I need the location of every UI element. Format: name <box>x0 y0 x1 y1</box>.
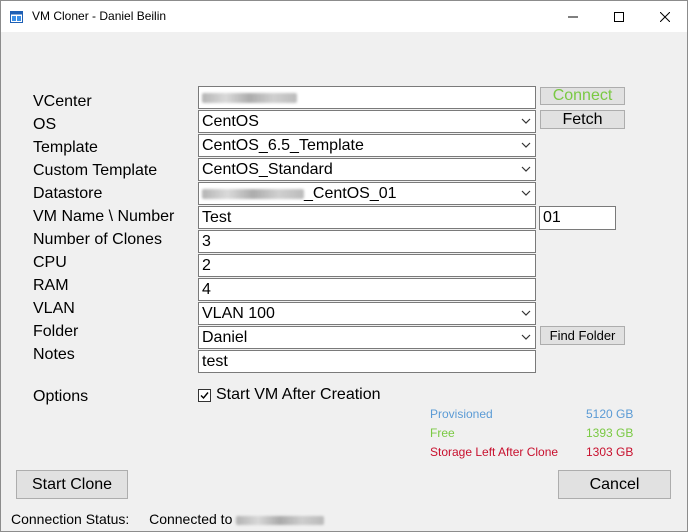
start-vm-checkbox[interactable] <box>198 388 211 402</box>
datastore-combobox[interactable]: _CentOS_01 <box>198 182 536 205</box>
chevron-down-icon <box>521 166 531 172</box>
custom-template-combobox[interactable]: CentOS_Standard <box>198 158 536 181</box>
title-bar: VM Cloner - Daniel Beilin <box>1 1 687 32</box>
maximize-icon <box>614 11 624 22</box>
chevron-down-icon <box>521 190 531 196</box>
os-label: OS <box>33 116 57 133</box>
template-value: CentOS_6.5_Template <box>202 137 364 154</box>
notes-label: Notes <box>33 346 75 363</box>
maximize-button[interactable] <box>596 1 642 32</box>
connection-host-redacted <box>236 515 325 525</box>
options-label: Options <box>33 388 89 405</box>
vm-cloner-window: VM Cloner - Daniel Beilin VCenter OS Tem… <box>0 0 688 532</box>
vcenter-label: VCenter <box>33 93 92 110</box>
start-clone-button-label: Start Clone <box>31 475 113 493</box>
vm-number-input[interactable]: 01 <box>539 206 616 230</box>
vm-name-value: Test <box>202 209 232 226</box>
find-folder-button[interactable]: Find Folder <box>540 326 625 345</box>
ram-input[interactable]: 4 <box>198 278 536 301</box>
minimize-button[interactable] <box>550 1 596 32</box>
status-bar: Connection Status: Connected to <box>11 511 325 527</box>
vlan-value: VLAN 100 <box>202 305 275 322</box>
folder-value: Daniel <box>202 329 248 346</box>
close-button[interactable] <box>642 1 688 32</box>
clones-label: Number of Clones <box>33 231 162 248</box>
storage-left-value: 1303 GB <box>586 445 634 459</box>
template-label: Template <box>33 139 98 156</box>
free-value: 1393 GB <box>586 426 634 440</box>
cpu-value: 2 <box>202 257 211 274</box>
clones-value: 3 <box>202 233 211 250</box>
connection-status-value: Connected to <box>149 511 233 527</box>
chevron-down-icon <box>521 334 531 340</box>
free-label: Free <box>430 426 455 440</box>
fetch-button-label: Fetch <box>562 110 603 128</box>
custom-template-value: CentOS_Standard <box>202 161 333 178</box>
vcenter-value-redacted <box>202 92 297 103</box>
close-icon <box>660 11 670 22</box>
folder-combobox[interactable]: Daniel <box>198 326 536 349</box>
window-title: VM Cloner - Daniel Beilin <box>32 9 167 23</box>
vcenter-input[interactable] <box>198 86 536 109</box>
vm-name-input[interactable]: Test <box>198 206 536 229</box>
datastore-value: _CentOS_01 <box>304 185 397 202</box>
provisioned-label: Provisioned <box>430 407 493 421</box>
connect-button[interactable]: Connect <box>540 87 625 105</box>
ram-label: RAM <box>33 277 69 294</box>
vlan-label: VLAN <box>33 300 75 317</box>
os-combobox[interactable]: CentOS <box>198 110 536 133</box>
find-folder-button-label: Find Folder <box>549 328 616 343</box>
notes-value: test <box>202 353 228 370</box>
start-vm-option[interactable]: Start VM After Creation <box>198 386 381 404</box>
fetch-button[interactable]: Fetch <box>540 110 625 129</box>
app-icon <box>10 11 23 23</box>
start-clone-button[interactable]: Start Clone <box>16 470 128 499</box>
checkmark-icon <box>200 391 209 399</box>
datastore-prefix-redacted <box>202 188 304 199</box>
custom-template-label: Custom Template <box>33 162 158 179</box>
storage-left-label: Storage Left After Clone <box>430 445 559 459</box>
ram-value: 4 <box>202 281 211 298</box>
chevron-down-icon <box>521 310 531 316</box>
cpu-input[interactable]: 2 <box>198 254 536 277</box>
cpu-label: CPU <box>33 254 67 271</box>
minimize-icon <box>568 16 578 17</box>
notes-input[interactable]: test <box>198 350 536 373</box>
os-value: CentOS <box>202 113 259 130</box>
provisioned-value: 5120 GB <box>586 407 634 421</box>
cancel-button[interactable]: Cancel <box>558 470 671 499</box>
datastore-label: Datastore <box>33 185 103 202</box>
start-vm-label: Start VM After Creation <box>216 386 381 403</box>
template-combobox[interactable]: CentOS_6.5_Template <box>198 134 536 157</box>
chevron-down-icon <box>521 118 531 124</box>
connection-status-label: Connection Status: <box>11 511 130 527</box>
chevron-down-icon <box>521 142 531 148</box>
clones-input[interactable]: 3 <box>198 230 536 253</box>
cancel-button-label: Cancel <box>589 475 640 493</box>
connect-button-label: Connect <box>552 87 613 104</box>
vlan-combobox[interactable]: VLAN 100 <box>198 302 536 325</box>
vm-number-value: 01 <box>543 209 561 226</box>
folder-label: Folder <box>33 323 79 340</box>
vm-name-label: VM Name \ Number <box>33 208 175 225</box>
